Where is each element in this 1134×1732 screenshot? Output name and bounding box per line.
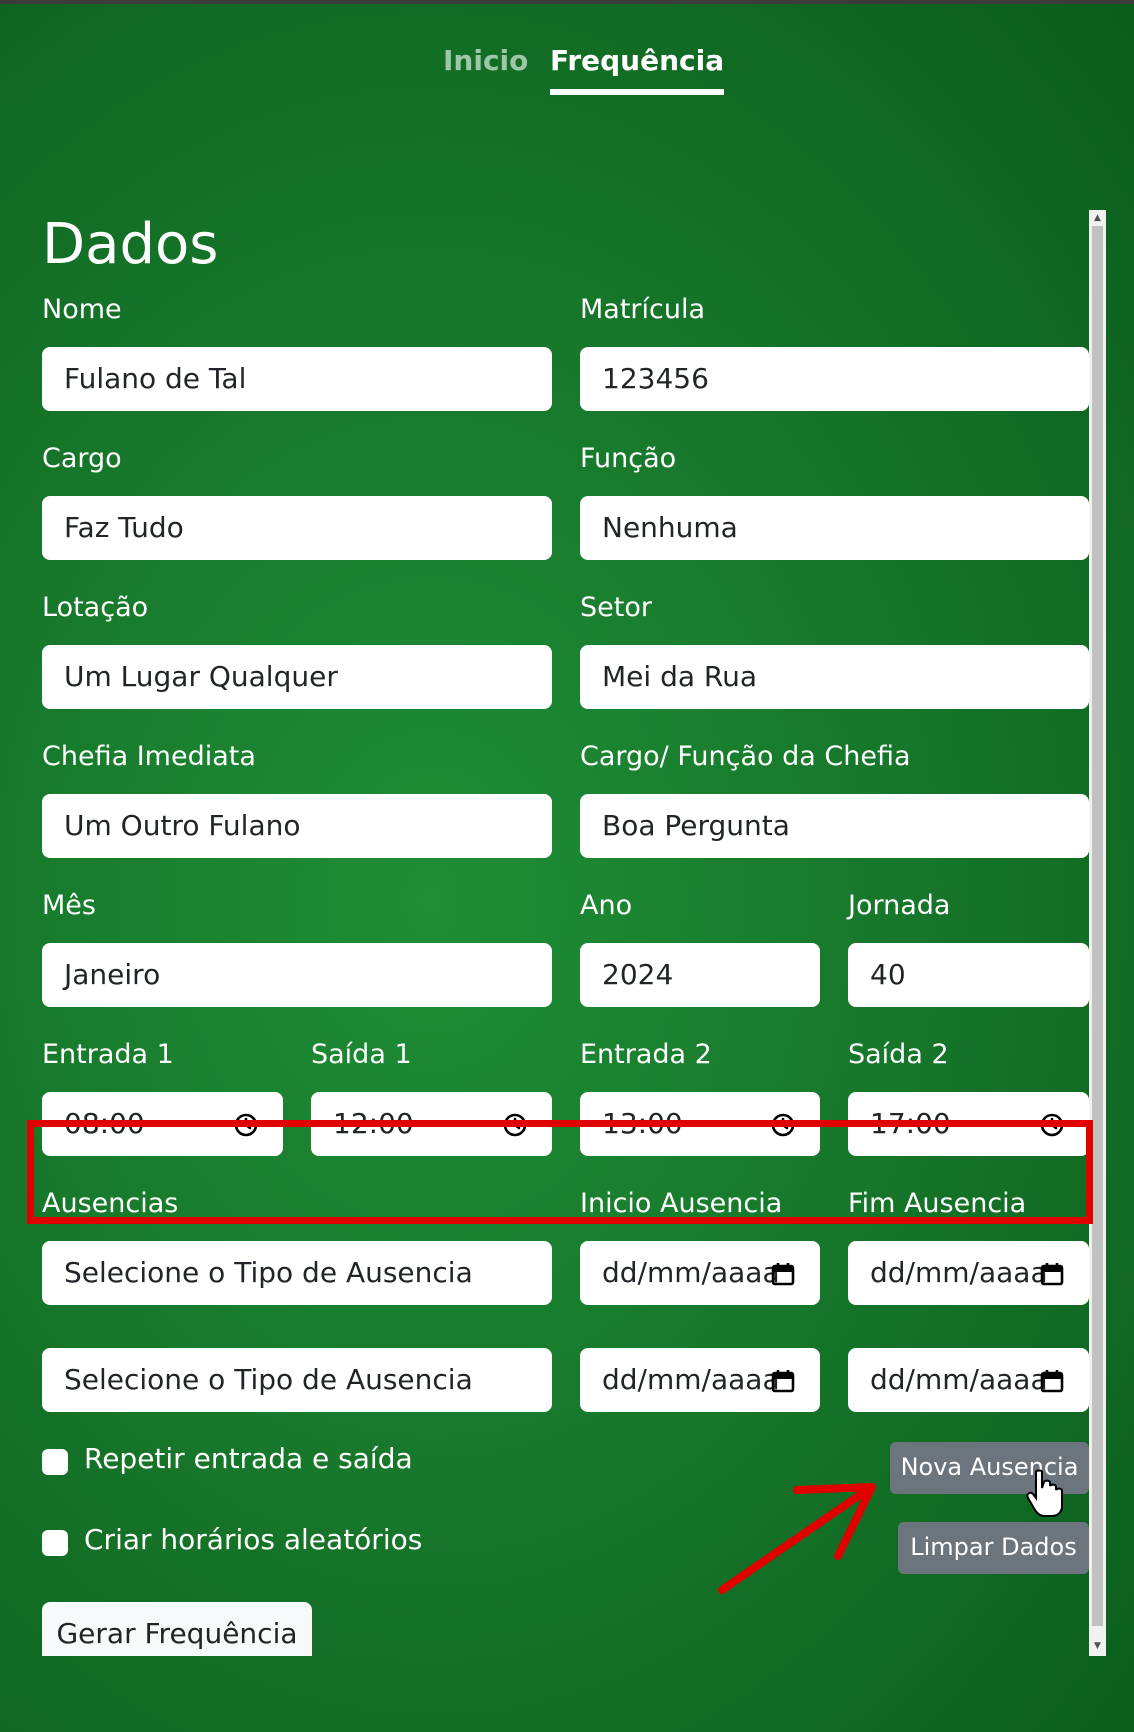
- ausencia-tipo-select[interactable]: Selecione o Tipo de Ausencia: [42, 1241, 552, 1305]
- lotacao-input[interactable]: Um Lugar Qualquer: [42, 645, 552, 709]
- scrollbar-thumb[interactable]: [1092, 226, 1103, 1626]
- mes-select[interactable]: Janeiro: [42, 943, 552, 1007]
- nome-label: Nome: [42, 294, 122, 325]
- jornada-label: Jornada: [848, 890, 951, 921]
- aleatorios-checkbox[interactable]: [42, 1530, 68, 1556]
- form-panel: Dados Nome Fulano de Tal Matrícula 12345…: [0, 210, 1092, 1656]
- jornada-input[interactable]: 40: [848, 943, 1089, 1007]
- calendar-icon[interactable]: [1039, 1368, 1065, 1394]
- ausencia-tipo-select-2[interactable]: Selecione o Tipo de Ausencia: [42, 1348, 552, 1412]
- calendar-icon[interactable]: [770, 1368, 796, 1394]
- scroll-down-arrow-icon[interactable]: ▼: [1092, 1640, 1103, 1652]
- entrada2-label: Entrada 2: [580, 1039, 712, 1070]
- chefia-input[interactable]: Um Outro Fulano: [42, 794, 552, 858]
- top-nav: Inicio Frequência: [0, 40, 1134, 100]
- tab-inicio[interactable]: Inicio: [443, 44, 528, 77]
- entrada1-label: Entrada 1: [42, 1039, 174, 1070]
- calendar-icon[interactable]: [1039, 1261, 1065, 1287]
- annotation-highlight-box: [27, 1120, 1093, 1224]
- inicio-ausencia-date-input[interactable]: dd/mm/aaaa: [580, 1241, 820, 1305]
- inicio-ausencia-value: dd/mm/aaaa: [602, 1256, 780, 1289]
- mes-label: Mês: [42, 890, 96, 921]
- inicio-ausencia-date-input-2[interactable]: dd/mm/aaaa: [580, 1348, 820, 1412]
- fim-ausencia-date-input[interactable]: dd/mm/aaaa: [848, 1241, 1089, 1305]
- page-title: Dados: [42, 212, 219, 277]
- nova-ausencia-button[interactable]: Nova Ausencia: [890, 1442, 1089, 1494]
- aleatorios-label: Criar horários aleatórios: [84, 1523, 423, 1556]
- matricula-input[interactable]: 123456: [580, 347, 1089, 411]
- matricula-label: Matrícula: [580, 294, 706, 325]
- cargo-chefia-input[interactable]: Boa Pergunta: [580, 794, 1089, 858]
- setor-input[interactable]: Mei da Rua: [580, 645, 1089, 709]
- chefia-label: Chefia Imediata: [42, 741, 256, 772]
- limpar-dados-button[interactable]: Limpar Dados: [898, 1522, 1089, 1574]
- fim-ausencia-value-2: dd/mm/aaaa: [870, 1363, 1048, 1396]
- funcao-input[interactable]: Nenhuma: [580, 496, 1089, 560]
- funcao-label: Função: [580, 443, 677, 474]
- ano-label: Ano: [580, 890, 633, 921]
- ano-input[interactable]: 2024: [580, 943, 820, 1007]
- lotacao-label: Lotação: [42, 592, 149, 623]
- nome-input[interactable]: Fulano de Tal: [42, 347, 552, 411]
- window-top-border: [0, 0, 1134, 4]
- fim-ausencia-date-input-2[interactable]: dd/mm/aaaa: [848, 1348, 1089, 1412]
- repetir-label: Repetir entrada e saída: [84, 1442, 413, 1475]
- scroll-up-arrow-icon[interactable]: ▲: [1092, 212, 1103, 224]
- repetir-checkbox[interactable]: [42, 1449, 68, 1475]
- cargo-chefia-label: Cargo/ Função da Chefia: [580, 741, 911, 772]
- fim-ausencia-value: dd/mm/aaaa: [870, 1256, 1048, 1289]
- gerar-frequencia-button[interactable]: Gerar Frequência: [42, 1602, 312, 1656]
- saida1-label: Saída 1: [311, 1039, 412, 1070]
- cargo-input[interactable]: Faz Tudo: [42, 496, 552, 560]
- calendar-icon[interactable]: [770, 1261, 796, 1287]
- cargo-label: Cargo: [42, 443, 122, 474]
- setor-label: Setor: [580, 592, 652, 623]
- tab-frequencia[interactable]: Frequência: [550, 44, 725, 95]
- inicio-ausencia-value-2: dd/mm/aaaa: [602, 1363, 780, 1396]
- saida2-label: Saída 2: [848, 1039, 949, 1070]
